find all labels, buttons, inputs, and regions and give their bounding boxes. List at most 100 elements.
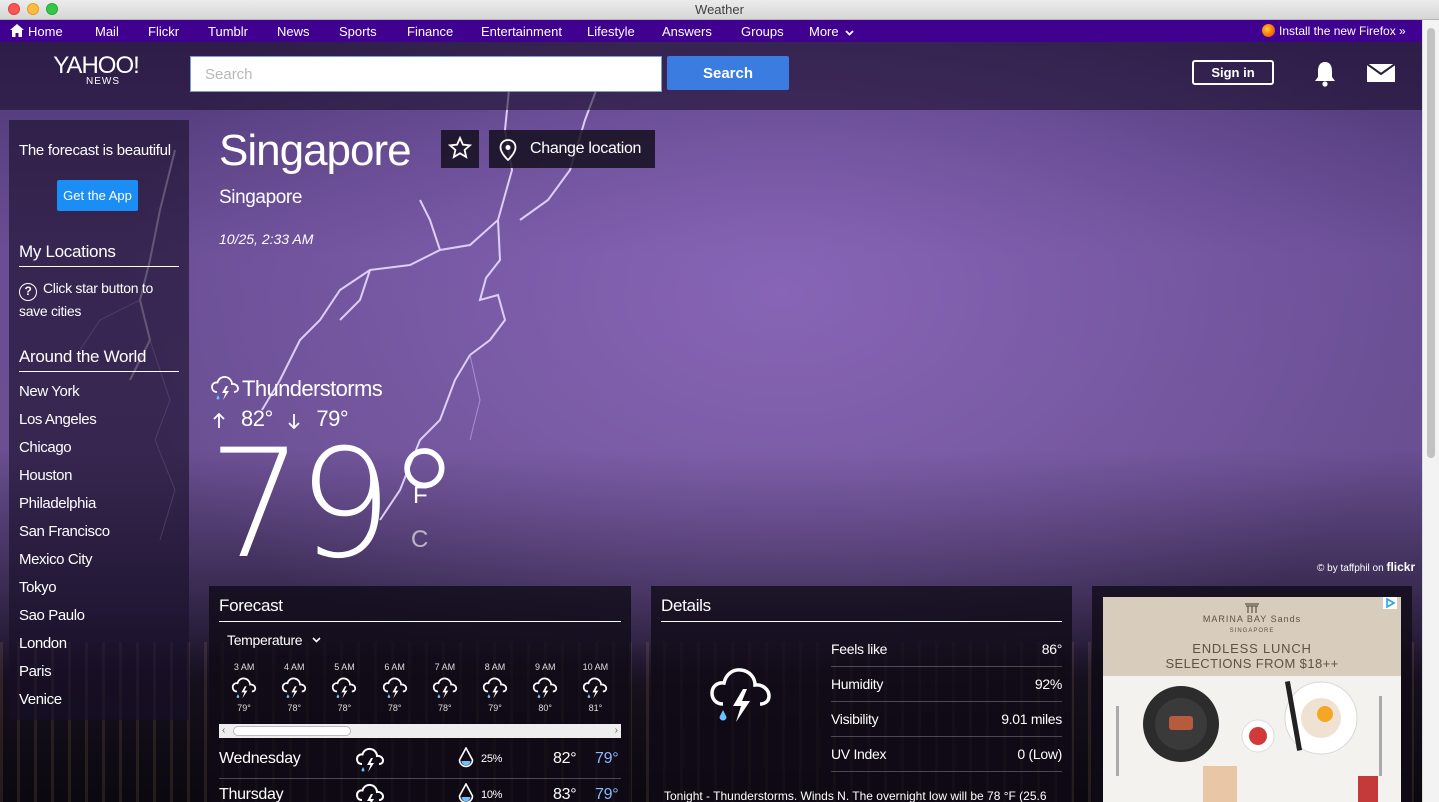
daily-forecast-row[interactable]: Wednesday 25% 82° 79° (219, 743, 621, 779)
page-scrollbar[interactable] (1422, 20, 1439, 802)
marina-bay-sands-logo-icon (1245, 603, 1259, 613)
nav-mail[interactable]: Mail (95, 24, 119, 39)
hour-time: 8 AM (484, 662, 506, 672)
nav-finance[interactable]: Finance (407, 24, 453, 39)
world-city-link[interactable]: San Francisco (19, 522, 110, 550)
hourly-forecast-item: 3 AM 79° (219, 662, 269, 720)
detail-value: 92% (1034, 676, 1062, 692)
hourly-forecast-strip[interactable]: 3 AM 79° 4 AM 78° 5 AM 78° 6 AM 78° 7 AM 78° 8 AM 7… (219, 662, 621, 720)
thunderstorm-icon (231, 677, 257, 699)
hour-time: 6 AM (384, 662, 405, 672)
nav-sports[interactable]: Sports (339, 24, 377, 39)
save-location-button[interactable] (441, 130, 479, 168)
scroll-right-arrow[interactable]: › (615, 724, 618, 738)
world-city-link[interactable]: London (19, 634, 110, 662)
ad-banner[interactable]: MARINA BAY Sands SINGAPORE ENDLESS LUNCH … (1103, 597, 1401, 802)
app-promo-text: The forecast is beautiful (19, 142, 171, 159)
forecast-panel: Forecast Temperature 3 AM 79° 4 AM 78° 5 AM 7… (209, 586, 631, 802)
day-low: 79° (595, 750, 619, 767)
world-city-link[interactable]: New York (19, 382, 110, 410)
thunderstorm-icon (282, 677, 307, 699)
detail-value: 86° (1041, 641, 1063, 657)
ad-food-photo (1103, 676, 1401, 802)
top-navigation: Home Mail Flickr Tumblr News Sports Fina… (0, 20, 1422, 42)
firefox-icon (1262, 24, 1275, 37)
home-icon (10, 24, 24, 37)
hour-time: 9 AM (534, 662, 556, 672)
detail-row: Humidity 92% (831, 667, 1062, 702)
nav-lifestyle[interactable]: Lifestyle (587, 24, 635, 39)
world-city-link[interactable]: Mexico City (19, 550, 110, 578)
search-button[interactable]: Search (667, 56, 789, 90)
sidebar: The forecast is beautiful Get the App My… (9, 120, 189, 720)
world-city-link[interactable]: Sao Paulo (19, 606, 110, 634)
hour-time: 7 AM (434, 662, 456, 672)
sign-in-button[interactable]: Sign in (1192, 60, 1274, 85)
location-pin-icon (499, 139, 517, 161)
window-title: Weather (695, 2, 744, 17)
nav-flickr[interactable]: Flickr (148, 24, 179, 39)
world-city-link[interactable]: Houston (19, 466, 110, 494)
thunderstorm-icon (432, 677, 457, 699)
hourly-forecast-item: 5 AM 78° (319, 662, 369, 720)
notifications-bell-icon[interactable] (1313, 61, 1337, 87)
detail-label: Humidity (831, 676, 884, 692)
thunderstorm-icon (482, 677, 508, 699)
daily-forecast-row[interactable]: Thursday 10% 83° 79° (219, 779, 621, 802)
nav-groups[interactable]: Groups (741, 24, 784, 39)
nav-answers[interactable]: Answers (662, 24, 712, 39)
adchoices-icon[interactable] (1383, 597, 1397, 609)
scroll-left-arrow[interactable]: ‹ (222, 724, 225, 738)
hour-temp: 78° (337, 703, 352, 713)
ad-headline-2: SELECTIONS FROM $18++ (1165, 656, 1339, 671)
unit-celsius-toggle[interactable]: C (411, 526, 428, 554)
day-high: 82° (553, 750, 577, 767)
precipitation-drop-icon (458, 746, 474, 768)
hourly-scrollbar[interactable]: ‹ › (219, 724, 621, 738)
world-city-link[interactable]: Philadelphia (19, 494, 110, 522)
hour-temp: 80° (538, 703, 553, 713)
hourly-forecast-item: 7 AM 78° (420, 662, 470, 720)
nav-home[interactable]: Home (10, 24, 63, 39)
hourly-forecast-item: 10 AM 81° (570, 662, 620, 720)
world-city-link[interactable]: Chicago (19, 438, 110, 466)
ad-brand: MARINA BAY Sands SINGAPORE (1103, 603, 1401, 634)
chevron-down-icon (845, 30, 854, 36)
firefox-promo-link[interactable]: Install the new Firefox » (1262, 24, 1406, 38)
ad-header: MARINA BAY Sands SINGAPORE ENDLESS LUNCH … (1103, 597, 1401, 676)
country-name: Singapore (219, 187, 303, 208)
photo-credit[interactable]: © by taffphil on flickr (1317, 560, 1415, 574)
star-icon (447, 135, 473, 159)
forecast-title: Forecast (219, 596, 621, 622)
page-scrollbar-thumb[interactable] (1427, 28, 1435, 458)
nav-more[interactable]: More (809, 24, 854, 39)
hour-temp: 78° (287, 703, 302, 713)
advertisement-panel: MARINA BAY Sands SINGAPORE ENDLESS LUNCH … (1092, 586, 1412, 802)
yahoo-news-logo[interactable]: YAHOO! NEWS (49, 54, 143, 87)
nav-news[interactable]: News (277, 24, 310, 39)
change-location-button[interactable]: Change location (489, 130, 655, 168)
hour-temp: 79° (488, 703, 502, 713)
hourly-scrollbar-thumb[interactable] (233, 726, 351, 736)
hourly-forecast-item: 8 AM 79° (470, 662, 520, 720)
window-titlebar: Weather (0, 0, 1439, 20)
get-the-app-button[interactable]: Get the App (57, 180, 138, 211)
thunderstorm-icon (583, 677, 608, 699)
world-city-link[interactable]: Tokyo (19, 578, 110, 606)
search-input[interactable] (190, 56, 662, 92)
day-low: 79° (595, 786, 619, 802)
unit-fahrenheit-toggle[interactable]: F (413, 482, 428, 510)
hour-time: 3 AM (233, 662, 255, 672)
chevron-down-icon (312, 637, 321, 643)
nav-entertainment[interactable]: Entertainment (481, 24, 562, 39)
hour-time: 4 AM (284, 662, 305, 672)
hour-time: 10 AM (582, 662, 609, 672)
my-locations-heading: My Locations (19, 242, 179, 267)
world-city-link[interactable]: Venice (19, 690, 110, 718)
world-city-link[interactable]: Los Angeles (19, 410, 110, 438)
mail-icon[interactable] (1367, 62, 1395, 84)
forecast-metric-dropdown[interactable]: Temperature (227, 632, 321, 648)
detail-label: UV Index (831, 746, 887, 762)
nav-tumblr[interactable]: Tumblr (208, 24, 248, 39)
world-city-link[interactable]: Paris (19, 662, 110, 690)
